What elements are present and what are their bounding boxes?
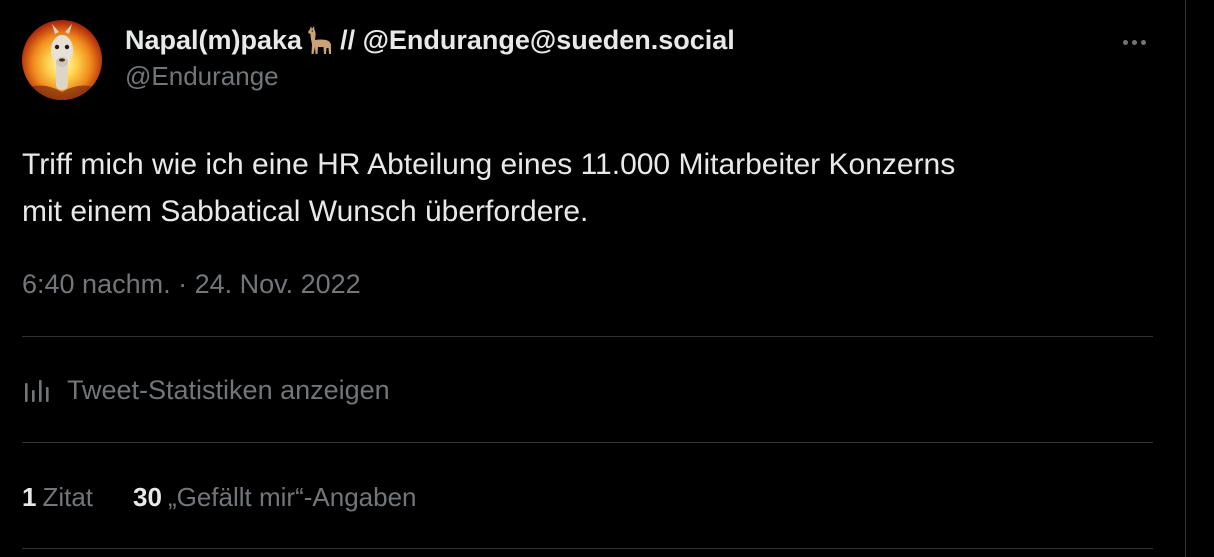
- llama-icon: [304, 24, 336, 56]
- likes-label: „Gefällt mir“-Angaben: [167, 482, 417, 512]
- quotes-label: Zitat: [42, 482, 94, 512]
- quotes-count-link[interactable]: 1 Zitat: [22, 479, 93, 515]
- divider: [22, 548, 1153, 549]
- tweet-stats-label: Tweet-Statistiken anzeigen: [67, 375, 390, 405]
- timeline-border: [1185, 0, 1186, 557]
- tweet-timestamp[interactable]: 6:40 nachm. · 24. Nov. 2022: [22, 266, 361, 302]
- more-options-button[interactable]: [1116, 30, 1152, 54]
- likes-count: 30: [133, 482, 162, 512]
- engagement-counts: 1 Zitat 30 „Gefällt mir“-Angaben: [22, 479, 417, 515]
- tweet-text: Triff mich wie ich eine HR Abteilung ein…: [22, 141, 1142, 235]
- divider: [22, 336, 1153, 337]
- author-display-name[interactable]: Napal(m)paka // @Endurange@sueden.social: [125, 22, 735, 58]
- display-name-suffix: // @Endurange@sueden.social: [340, 25, 735, 55]
- tweet-text-line-2: mit einem Sabbatical Wunsch überfordere.: [22, 195, 589, 228]
- llama-avatar-icon: [22, 20, 102, 100]
- author-handle[interactable]: @Endurange: [125, 59, 735, 93]
- display-name-prefix: Napal(m)paka: [125, 25, 303, 55]
- tweet-stats-button[interactable]: Tweet-Statistiken anzeigen: [22, 372, 390, 408]
- divider: [22, 442, 1153, 443]
- tweet-text-line-1: Triff mich wie ich eine HR Abteilung ein…: [22, 148, 956, 181]
- bar-chart-icon: [25, 380, 49, 402]
- more-horizontal-icon: [1122, 39, 1146, 45]
- author-avatar[interactable]: [22, 20, 102, 100]
- quotes-count: 1: [22, 482, 37, 512]
- likes-count-link[interactable]: 30 „Gefällt mir“-Angaben: [133, 479, 416, 515]
- tweet-header: Napal(m)paka // @Endurange@sueden.social…: [125, 22, 735, 93]
